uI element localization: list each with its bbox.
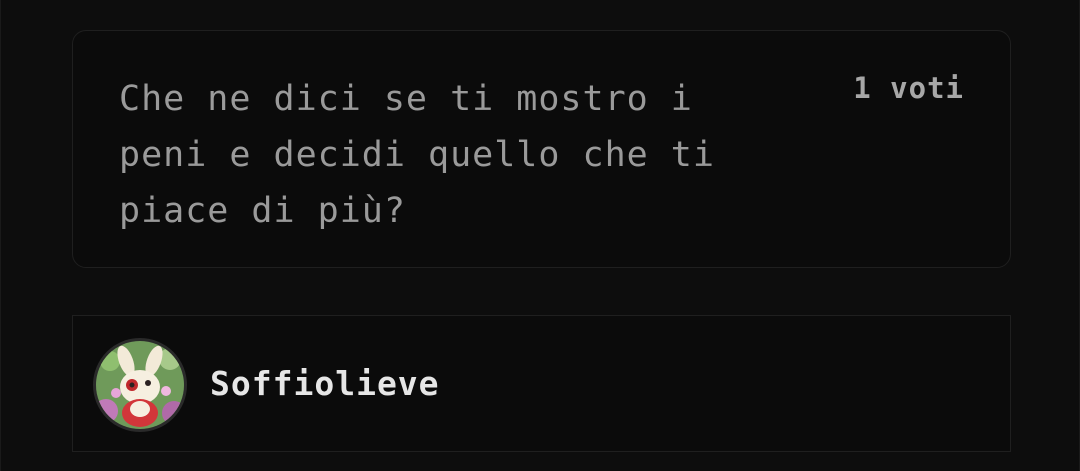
page: Che ne dici se ti mostro i peni e decidi… [0,0,1080,471]
answer-text: Che ne dici se ti mostro i peni e decidi… [119,79,715,231]
avatar[interactable] [96,341,184,429]
username[interactable]: Soffiolieve [210,364,440,403]
author-card[interactable]: Soffiolieve [72,315,1011,452]
answer-card: Che ne dici se ti mostro i peni e decidi… [72,30,1011,268]
vote-count[interactable]: 1 voti [853,71,964,105]
avatar-bunny-icon [96,341,184,429]
